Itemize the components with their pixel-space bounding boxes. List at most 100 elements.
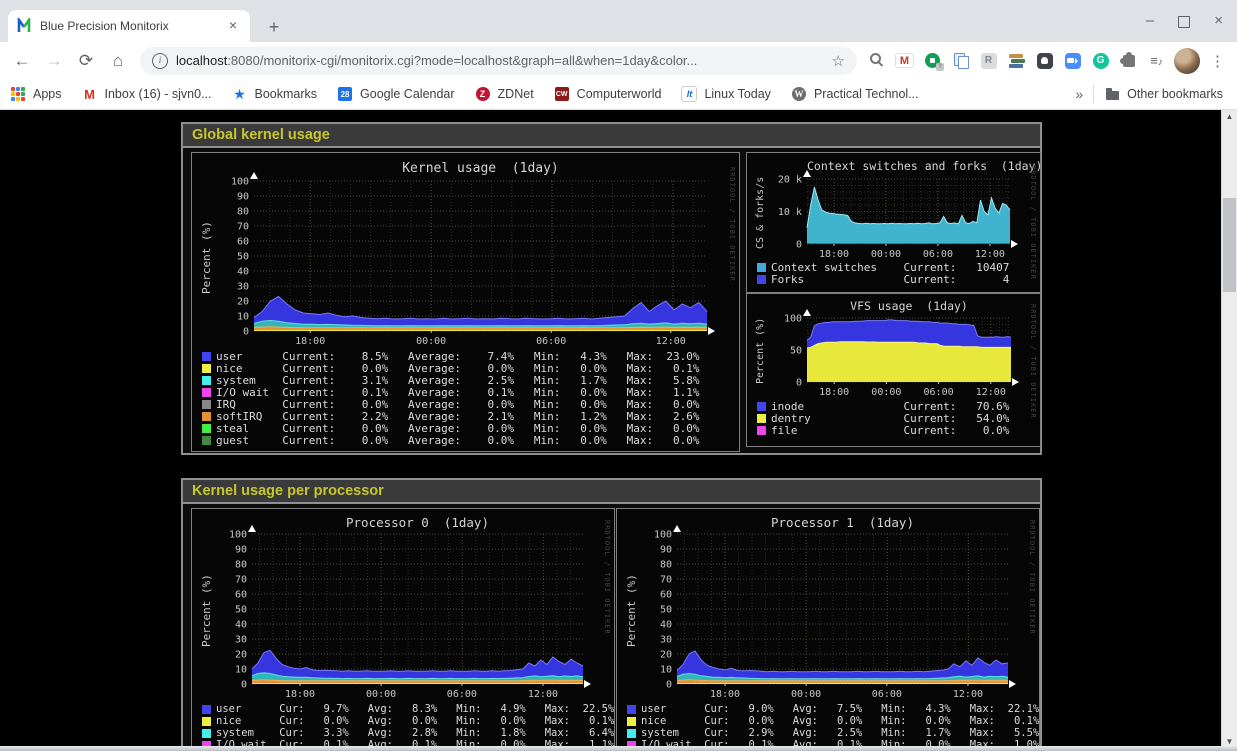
zoom-extension-icon[interactable] (1063, 51, 1082, 70)
graph-ylabel: Percent (%) (755, 318, 766, 384)
y-tick-label: 70 (235, 575, 247, 586)
y-tick-label: 0 (666, 680, 672, 691)
x-tick-label: 12:00 (953, 689, 983, 700)
y-tick-label: 30 (237, 282, 249, 293)
copy-extension-icon[interactable] (951, 51, 970, 70)
y-tick-label: 60 (237, 237, 249, 248)
y-tick-label: 10 k (778, 207, 802, 218)
gmail-extension-icon[interactable]: M (895, 51, 914, 70)
page-info-icon[interactable]: i (152, 53, 168, 69)
section-title: Kernel usage per processor (183, 480, 1040, 504)
bookmark-gmail[interactable]: MInbox (16) - sjvn0... (82, 86, 212, 102)
graph-title: VFS usage (1day) (807, 299, 1011, 313)
x-tick-label: 12:00 (976, 387, 1006, 398)
graph-legend: Context switches Current: 10407Forks Cur… (757, 261, 1009, 285)
tab-close-icon[interactable]: × (224, 17, 242, 35)
legend-swatch (757, 414, 766, 423)
x-axis-arrow (708, 327, 715, 335)
series-forks (807, 243, 1010, 244)
bookmarks-overflow-icon[interactable]: » (1075, 86, 1083, 102)
rrdtool-watermark: RRDTOOL / TOBI OETIKER (603, 520, 611, 635)
y-tick-label: 0 (243, 327, 249, 338)
reload-icon[interactable]: ⟳ (73, 48, 99, 74)
home-icon[interactable]: ⌂ (105, 48, 131, 74)
bookmark-wp[interactable]: WPractical Technol... (791, 86, 919, 102)
other-bookmarks-button[interactable]: Other bookmarks (1104, 86, 1223, 102)
legend-text: Forks Current: 4 (771, 273, 1009, 286)
legend-row-irq: IRQ Current: 0.0% Average: 0.0% Min: 0.0… (202, 398, 699, 410)
vfs-usage-graph[interactable]: 05010018:0000:0006:0012:00 VFS usage (1d… (746, 293, 1041, 447)
y-tick-label: 100 (784, 314, 802, 325)
graph-title: Processor 1 (1day) (677, 515, 1008, 530)
graph-legend: inode Current: 70.6%dentry Current: 54.0… (757, 400, 1009, 436)
new-tab-button[interactable]: + (262, 16, 286, 40)
legend-text: user Cur: 9.7% Avg: 8.3% Min: 4.9% Max: … (216, 703, 614, 715)
kernel-usage-graph[interactable]: 010203040506070809010018:0000:0006:0012:… (191, 152, 740, 452)
y-tick-label: 90 (235, 545, 247, 556)
profile-avatar[interactable] (1174, 48, 1200, 74)
scroll-up-icon[interactable]: ▲ (1222, 110, 1237, 124)
bookmarks-bar: Apps MInbox (16) - sjvn0... ★Bookmarks 28Go… (0, 79, 1237, 110)
bookmark-star-icon[interactable]: ☆ (832, 52, 845, 70)
bookmark-calendar[interactable]: 28Google Calendar (337, 86, 455, 102)
x-tick-label: 06:00 (923, 249, 953, 260)
x-axis-arrow (1009, 680, 1016, 688)
legend-swatch (757, 275, 766, 284)
legend-row-nice: nice Current: 0.0% Average: 0.0% Min: 0.… (202, 362, 699, 374)
grammarly-extension-icon[interactable]: G (1091, 51, 1110, 70)
address-bar[interactable]: i localhost :8080/monitorix-cgi/monitori… (140, 47, 857, 75)
books-extension-icon[interactable] (1007, 51, 1026, 70)
processor-0-graph[interactable]: 010203040506070809010018:0000:0006:0012:… (191, 508, 615, 751)
x-tick-label: 18:00 (819, 387, 849, 398)
r-ext-extension-icon[interactable]: R (979, 51, 998, 70)
legend-text: nice Cur: 0.0% Avg: 0.0% Min: 0.0% Max: … (216, 715, 614, 727)
legend-row-forks: Forks Current: 4 (757, 273, 1009, 285)
bookmark-zdnet[interactable]: ZZDNet (475, 86, 534, 102)
lt-icon: lt (681, 86, 697, 102)
back-icon[interactable]: ← (9, 48, 35, 74)
window-minimize-button[interactable]: – (1146, 11, 1154, 31)
legend-row-system: system Cur: 3.3% Avg: 2.8% Min: 1.8% Max… (202, 727, 614, 739)
bookmark-star[interactable]: ★Bookmarks (232, 86, 318, 102)
window-maximize-button[interactable] (1178, 16, 1190, 28)
bookmark-lt[interactable]: ltLinux Today (681, 86, 771, 102)
legend-text: nice Cur: 0.0% Avg: 0.0% Min: 0.0% Max: … (641, 715, 1039, 727)
page-scrollbar[interactable]: ▲ ▼ (1221, 110, 1237, 751)
y-tick-label: 20 (237, 297, 249, 308)
x-axis-arrow (1012, 378, 1019, 386)
legend-swatch (202, 717, 211, 726)
legend-row-guest: guest Current: 0.0% Average: 0.0% Min: 0… (202, 434, 699, 446)
rrdtool-watermark: RRDTOOL / TOBI OETIKER (1029, 165, 1037, 280)
y-tick-label: 70 (660, 575, 672, 586)
scrollbar-thumb[interactable] (1223, 198, 1236, 292)
y-tick-label: 60 (660, 590, 672, 601)
bookmark-cw[interactable]: CWComputerworld (554, 86, 662, 102)
graph-legend: user Cur: 9.7% Avg: 8.3% Min: 4.9% Max: … (202, 703, 614, 751)
context-switches-graph[interactable]: 010 k20 k18:0000:0006:0012:00 Context sw… (746, 152, 1041, 293)
processor-1-graph[interactable]: 010203040506070809010018:0000:0006:0012:… (616, 508, 1040, 751)
forward-icon: → (41, 48, 67, 74)
y-tick-label: 100 (229, 530, 247, 541)
y-tick-label: 70 (237, 222, 249, 233)
puzzle-extension-icon[interactable] (1119, 51, 1138, 70)
x-tick-label: 00:00 (791, 689, 821, 700)
y-tick-label: 50 (235, 605, 247, 616)
bookmark-apps[interactable]: Apps (10, 86, 62, 102)
graph-title: Processor 0 (1day) (252, 515, 583, 530)
tab-monitorix[interactable]: Blue Precision Monitorix × (8, 10, 250, 42)
bookmark-label: Inbox (16) - sjvn0... (105, 87, 212, 101)
x-tick-label: 18:00 (285, 689, 315, 700)
window-close-button[interactable]: × (1214, 11, 1223, 31)
legend-swatch (202, 412, 211, 421)
graph-ylabel: CS & forks/s (755, 176, 766, 248)
legend-row-context-switches: Context switches Current: 10407 (757, 261, 1009, 273)
search-extension-icon[interactable] (867, 51, 886, 70)
legend-swatch (202, 729, 211, 738)
legend-text: system Cur: 3.3% Avg: 2.8% Min: 1.8% Max… (216, 727, 614, 739)
browser-menu-icon[interactable]: ⋮ (1210, 52, 1225, 70)
y-tick-label: 90 (660, 545, 672, 556)
calendar-icon: 28 (337, 86, 353, 102)
playlist-extension-icon[interactable]: ≡♪ (1147, 51, 1166, 70)
hangouts-extension-icon[interactable]: ? (923, 51, 942, 70)
pocket-extension-icon[interactable] (1035, 51, 1054, 70)
